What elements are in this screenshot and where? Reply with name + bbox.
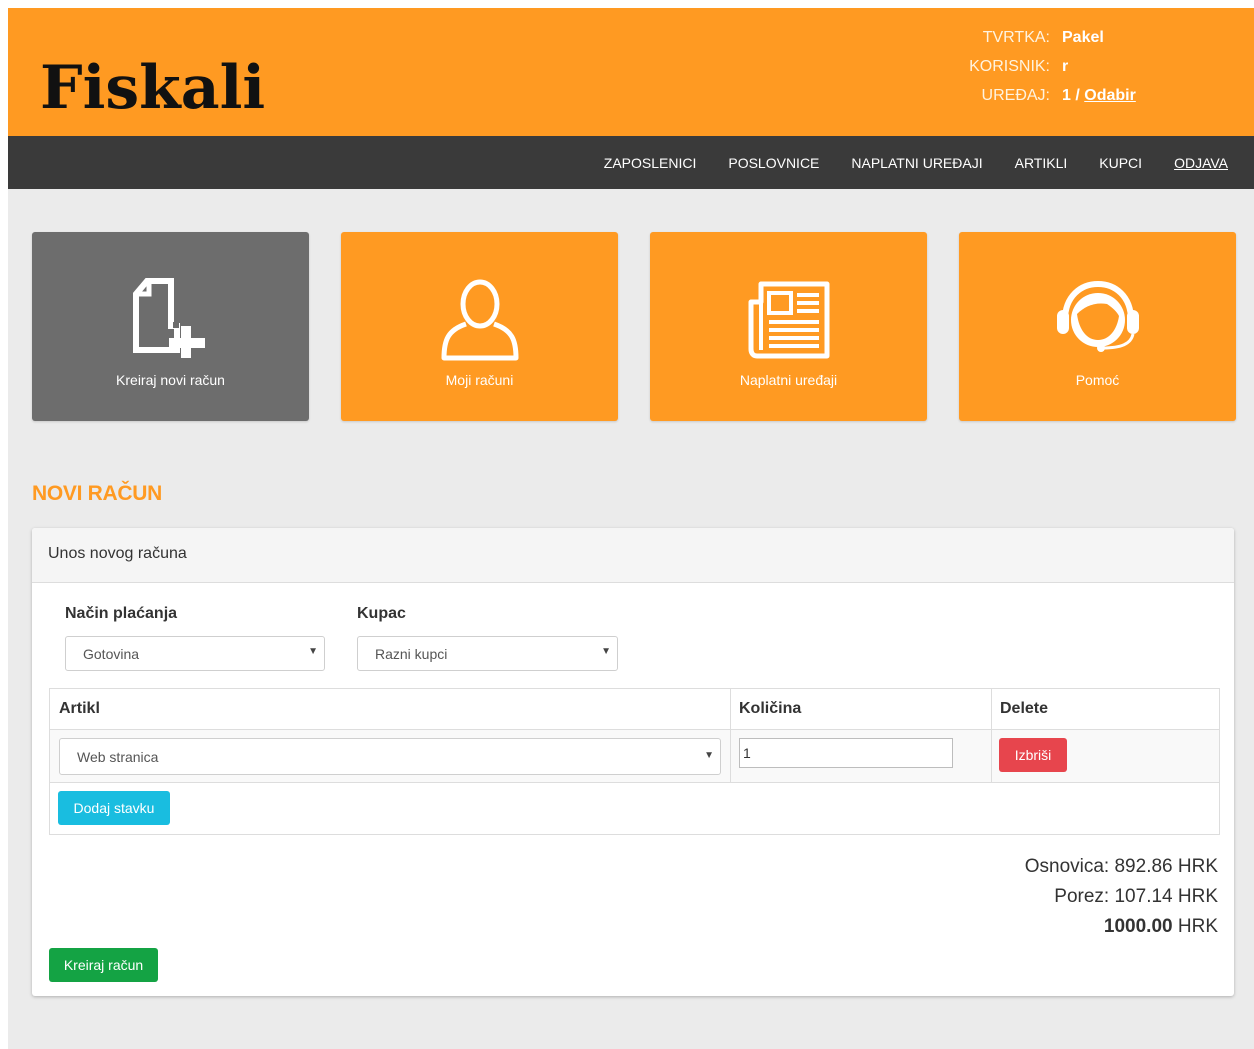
customer-select[interactable]: Razni kupci ▼	[357, 636, 618, 671]
nav-item-payment-devices[interactable]: NAPLATNI UREĐAJI	[851, 155, 982, 171]
payment-method-value: Gotovina	[83, 646, 140, 662]
tile-label: Kreiraj novi račun	[116, 372, 225, 388]
nav-item-articles[interactable]: ARTIKLI	[1015, 155, 1068, 171]
base-amount: Osnovica: 892.86 HRK	[1024, 856, 1218, 877]
divider	[50, 729, 1219, 730]
total-amount: 1000.00 HRK	[1025, 912, 1218, 942]
device-number: 1 /	[1062, 87, 1080, 104]
tile-label: Pomoć	[1075, 372, 1120, 388]
chevron-down-icon: ▼	[308, 646, 318, 657]
device-select-link[interactable]: Odabir	[1084, 87, 1136, 104]
user-row: KORISNIK: r	[938, 55, 1188, 84]
main-nav: ZAPOSLENICI POSLOVNICE NAPLATNI UREĐAJI …	[8, 136, 1254, 189]
chevron-down-icon: ▼	[601, 646, 611, 657]
divider	[730, 689, 731, 782]
panel-heading-text: Unos novog računa	[48, 545, 187, 562]
newspaper-icon	[747, 278, 831, 367]
divider	[50, 782, 1219, 783]
nav-links: ZAPOSLENICI POSLOVNICE NAPLATNI UREĐAJI …	[572, 136, 1228, 189]
new-invoice-panel: Unos novog računa Način plaćanja Gotovin…	[32, 528, 1234, 996]
device-value: 1 / Odabir	[1062, 84, 1136, 108]
totals: Osnovica: 892.86 HRK Porez: 107.14 HRK 1…	[1025, 852, 1218, 942]
tile-help[interactable]: Pomoć	[959, 232, 1236, 421]
article-value: Web stranica	[77, 749, 159, 765]
chevron-down-icon: ▼	[704, 750, 714, 761]
user-value: r	[1062, 58, 1069, 75]
user-icon	[440, 278, 520, 367]
items-table: Artikl Količina Delete Web stranica ▼ 1 …	[49, 688, 1220, 835]
account-info: TVRTKA: Pakel KORISNIK: r UREĐAJ: 1 / Odabi…	[938, 26, 1188, 113]
customer-value: Razni kupci	[375, 646, 448, 662]
delete-item-button[interactable]: Izbriši	[999, 738, 1067, 772]
column-header-article: Artikl	[59, 700, 100, 717]
quantity-input[interactable]: 1	[739, 738, 953, 768]
create-invoice-button[interactable]: Kreiraj račun	[49, 948, 158, 982]
panel-heading: Unos novog računa	[32, 528, 1234, 583]
company-label: TVRTKA:	[982, 29, 1050, 46]
nav-item-logout[interactable]: ODJAVA	[1174, 155, 1228, 171]
tile-my-invoices[interactable]: Moji računi	[341, 232, 618, 421]
company-row: TVRTKA: Pakel	[938, 26, 1188, 55]
tile-payment-devices[interactable]: Naplatni uređaji	[650, 232, 927, 421]
total-currency: HRK	[1177, 916, 1218, 937]
add-item-button[interactable]: Dodaj stavku	[58, 791, 170, 825]
tax-amount: Porez: 107.14 HRK	[1054, 886, 1218, 907]
divider	[991, 689, 992, 782]
user-label: KORISNIK:	[969, 58, 1050, 75]
device-row: UREĐAJ: 1 / Odabir	[938, 84, 1188, 113]
section-title: NOVI RAČUN	[32, 482, 163, 505]
nav-item-employees[interactable]: ZAPOSLENICI	[604, 155, 697, 171]
app-frame: Fiskali TVRTKA: Pakel KORISNIK: r UREĐAJ: 1…	[8, 8, 1254, 1049]
customer-label: Kupac	[357, 605, 406, 622]
header: Fiskali TVRTKA: Pakel KORISNIK: r UREĐAJ: 1…	[8, 8, 1254, 136]
payment-method-select[interactable]: Gotovina ▼	[65, 636, 325, 671]
headset-support-icon	[1051, 278, 1145, 367]
payment-method-label: Način plaćanja	[65, 605, 178, 622]
article-select[interactable]: Web stranica ▼	[59, 738, 721, 775]
column-header-quantity: Količina	[739, 700, 802, 717]
nav-item-branches[interactable]: POSLOVNICE	[728, 155, 819, 171]
nav-item-customers[interactable]: KUPCI	[1099, 155, 1142, 171]
tile-new-invoice[interactable]: Kreiraj novi račun	[32, 232, 309, 421]
device-label: UREĐAJ:	[981, 87, 1050, 104]
company-value: Pakel	[1062, 29, 1104, 46]
tile-label: Naplatni uređaji	[739, 372, 838, 388]
column-header-delete: Delete	[1000, 700, 1049, 717]
tile-label: Moji računi	[445, 372, 514, 388]
logo[interactable]: Fiskali	[40, 52, 265, 124]
new-document-plus-icon	[129, 278, 213, 363]
total-value: 1000.00	[1103, 916, 1173, 937]
